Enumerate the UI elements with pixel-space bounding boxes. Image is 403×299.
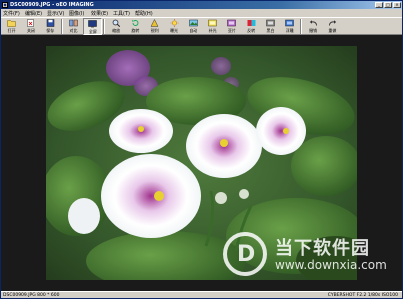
compare-label: 对比 — [69, 28, 78, 33]
open-label: 打开 — [7, 28, 16, 33]
toolbar-separator — [300, 19, 303, 34]
fill-light-button[interactable]: 补光 — [203, 18, 222, 35]
film-button[interactable]: 亚片 — [222, 18, 241, 35]
undo-button[interactable]: 撤销 — [303, 18, 322, 35]
close-file-icon — [26, 19, 35, 27]
menu-edit[interactable]: 编辑(E) — [25, 10, 47, 17]
emboss-icon — [285, 19, 295, 27]
redo-button[interactable]: 重做 — [323, 18, 342, 35]
close-button[interactable]: × — [393, 2, 401, 8]
app-icon[interactable]: ◆ — [2, 2, 8, 8]
status-file-info: DSC00909.JPG 800 * 600 — [3, 292, 60, 298]
redo-icon — [328, 19, 337, 27]
grayscale-label: 黑白 — [266, 28, 275, 33]
menu-image[interactable]: 图像(I) — [69, 10, 91, 17]
fill-light-label: 补光 — [208, 28, 217, 33]
toolbar: 打开 关闭 保存 对比 全屏 缩放 旋转 锐利 曝光 自动 补光 亚片 反转 黑… — [1, 17, 402, 35]
grayscale-button[interactable]: 黑白 — [261, 18, 280, 35]
toolbar-separator — [60, 19, 63, 34]
fullscreen-icon — [88, 20, 98, 28]
compare-icon — [69, 19, 78, 27]
invert-icon — [247, 19, 256, 27]
exposure-button[interactable]: 曝光 — [164, 18, 183, 35]
zoom-icon — [112, 19, 121, 27]
window-title: DSC00909.JPG - oEO IMAGING — [10, 2, 94, 8]
auto-label: 自动 — [189, 28, 198, 33]
fill-light-icon — [208, 19, 217, 27]
watermark: D 当下软件园 www.downxia.com — [223, 232, 393, 282]
title-bar[interactable]: ◆ DSC00909.JPG - oEO IMAGING _ □ × — [1, 1, 402, 9]
fullscreen-label: 全屏 — [88, 29, 97, 34]
fullscreen-button[interactable]: 全屏 — [83, 18, 103, 35]
menu-bar: 文件(F) 编辑(E) 显示(V) 图像(I) 效果(E) 工具(T) 帮助(H… — [1, 9, 402, 17]
emboss-label: 浮雕 — [285, 28, 294, 33]
status-bar: DSC00909.JPG 800 * 600 CYBERSHOT F2.2 1/… — [1, 291, 402, 298]
compare-button[interactable]: 对比 — [64, 18, 83, 35]
maximize-button[interactable]: □ — [384, 2, 392, 8]
watermark-url: www.downxia.com — [275, 258, 387, 272]
status-exif-info: CYBERSHOT F2.2 1/80s ISO100 — [327, 292, 398, 298]
menu-help[interactable]: 帮助(H) — [135, 10, 157, 17]
image-viewport[interactable]: D 当下软件园 www.downxia.com — [1, 36, 402, 291]
menu-tools[interactable]: 工具(T) — [113, 10, 135, 17]
auto-button[interactable]: 自动 — [184, 18, 203, 35]
film-icon — [227, 19, 237, 27]
rotate-icon — [131, 19, 140, 27]
window-controls: _ □ × — [375, 2, 401, 8]
auto-icon — [189, 19, 198, 27]
rotate-button[interactable]: 旋转 — [126, 18, 145, 35]
zoom-label: 缩放 — [112, 28, 121, 33]
grayscale-icon — [266, 19, 275, 27]
redo-label: 重做 — [328, 28, 337, 33]
invert-button[interactable]: 反转 — [242, 18, 261, 35]
save-icon — [46, 19, 55, 27]
sharpen-button[interactable]: 锐利 — [145, 18, 164, 35]
watermark-title: 当下软件园 — [275, 238, 370, 259]
sharpen-icon — [150, 19, 159, 27]
undo-icon — [309, 19, 318, 27]
undo-label: 撤销 — [309, 28, 318, 33]
minimize-button[interactable]: _ — [375, 2, 383, 8]
save-button[interactable]: 保存 — [41, 18, 60, 35]
exposure-icon — [170, 19, 179, 27]
menu-view[interactable]: 显示(V) — [47, 10, 69, 17]
rotate-label: 旋转 — [131, 28, 140, 33]
sharpen-label: 锐利 — [150, 28, 159, 33]
menu-effects[interactable]: 效果(E) — [91, 10, 113, 17]
app-window: ◆ DSC00909.JPG - oEO IMAGING _ □ × 文件(F)… — [0, 0, 403, 299]
watermark-logo-glyph: D — [237, 242, 256, 267]
close-file-label: 关闭 — [26, 28, 35, 33]
menu-file[interactable]: 文件(F) — [3, 10, 25, 17]
save-label: 保存 — [46, 28, 55, 33]
exposure-label: 曝光 — [170, 28, 179, 33]
zoom-button[interactable]: 缩放 — [106, 18, 125, 35]
toolbar-separator — [103, 19, 106, 34]
invert-label: 反转 — [247, 28, 256, 33]
film-label: 亚片 — [227, 28, 236, 33]
close-file-button[interactable]: 关闭 — [21, 18, 40, 35]
open-folder-icon — [7, 19, 16, 27]
open-button[interactable]: 打开 — [2, 18, 21, 35]
emboss-button[interactable]: 浮雕 — [280, 18, 299, 35]
